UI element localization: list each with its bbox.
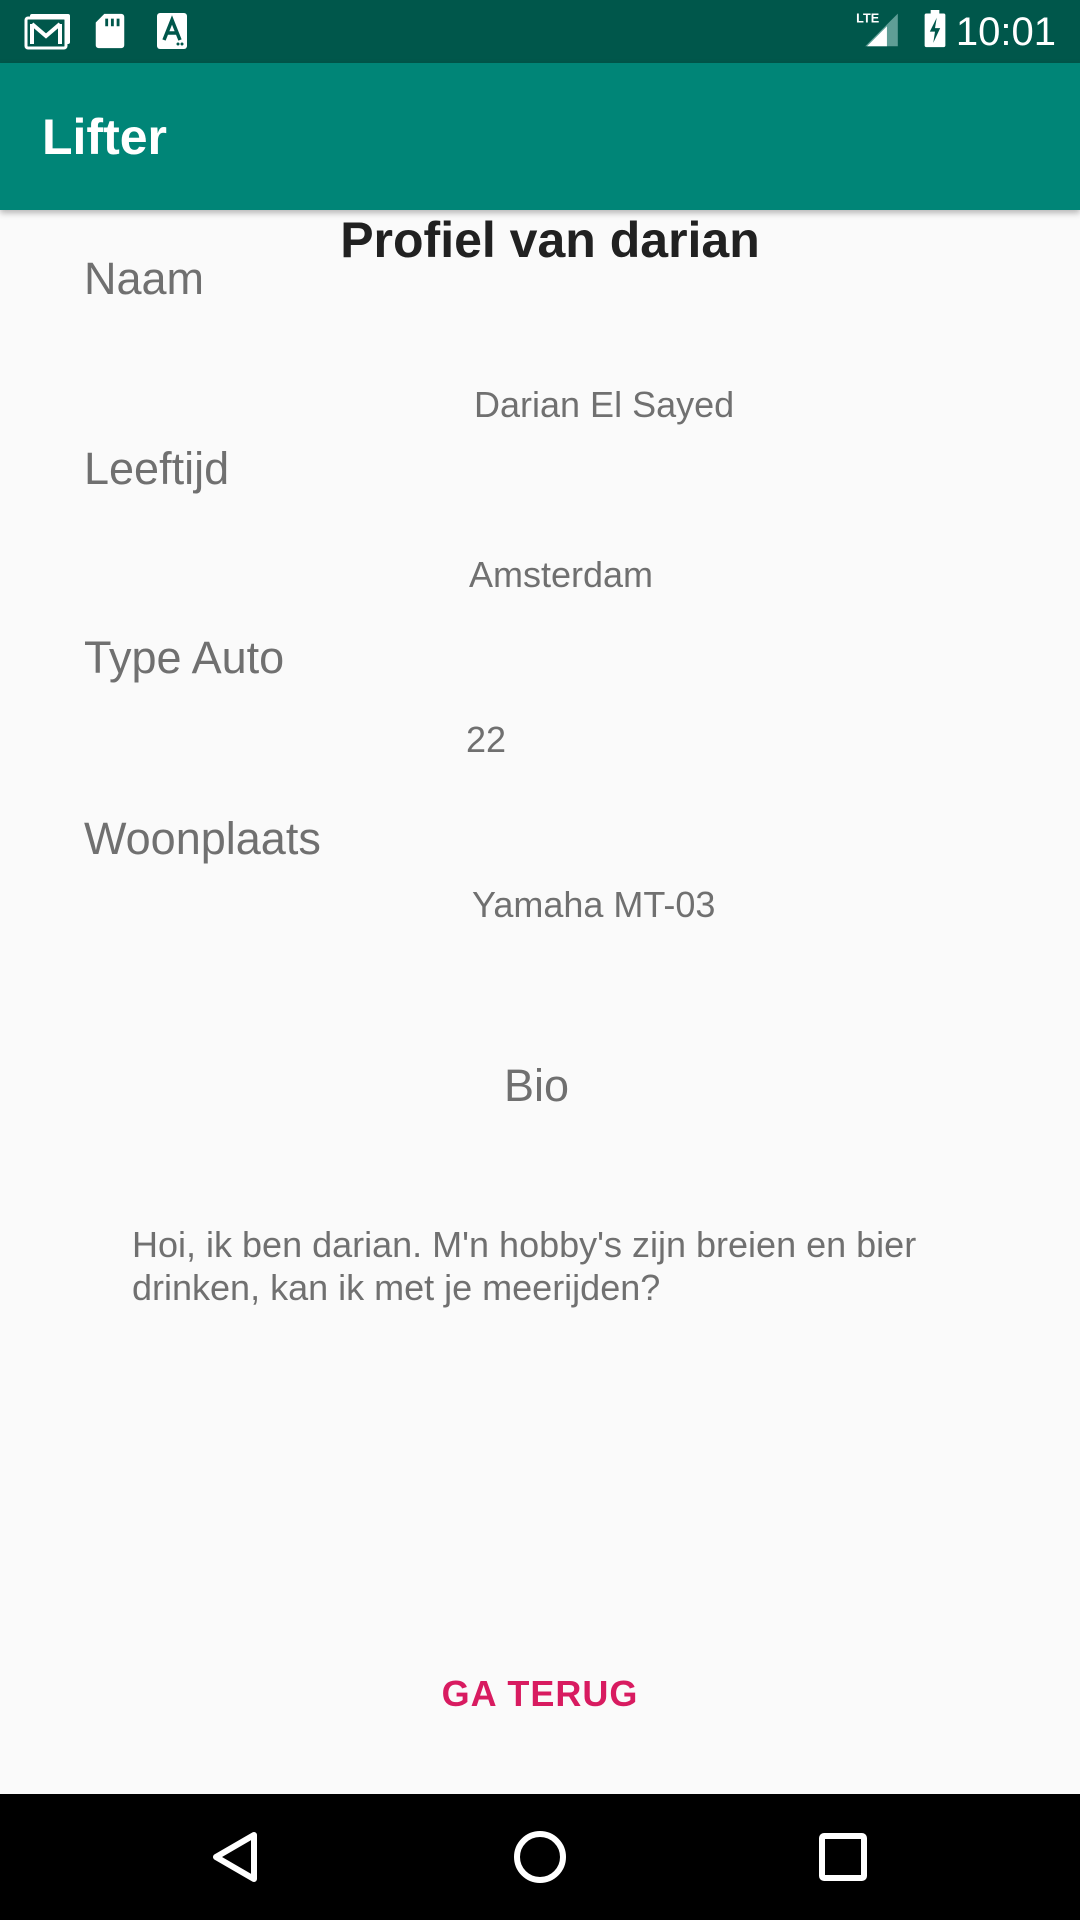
status-time: 10:01 [955,10,1056,54]
status-bar: LTE 10:01 [0,0,1080,63]
bio-text: Hoi, ik ben darian. M'n hobby's zijn bre… [132,1224,917,1308]
bio-title: Bio [504,1060,570,1111]
recents-icon[interactable] [803,1817,883,1897]
app-title: Lifter [42,109,167,165]
font-app-icon [157,13,187,49]
age-value: 22 [466,719,507,760]
navigation-bar [0,1794,1080,1920]
app-bar: Lifter [0,63,1080,210]
battery-charging-icon [924,10,946,48]
name-label: Naam [84,253,205,304]
gmail-icon [24,14,70,50]
car-type-label: Type Auto [84,632,285,683]
car-type-value: Yamaha MT-03 [472,884,716,925]
lte-signal-icon: LTE [856,12,898,47]
network-label: LTE [856,12,879,26]
screen: LTE 10:01 Lifter Profiel van darian Naam… [0,0,1080,1920]
residence-value: Amsterdam [469,554,654,595]
home-icon[interactable] [500,1817,580,1897]
name-value: Darian El Sayed [474,384,735,425]
back-button[interactable]: GA TERUG [390,1644,690,1744]
sd-card-icon [95,13,125,49]
back-icon[interactable] [196,1817,276,1897]
profile-content: Profiel van darian Naam Darian El Sayed … [0,210,1080,1794]
age-label: Leeftijd [84,443,230,494]
residence-label: Woonplaats [84,813,321,864]
